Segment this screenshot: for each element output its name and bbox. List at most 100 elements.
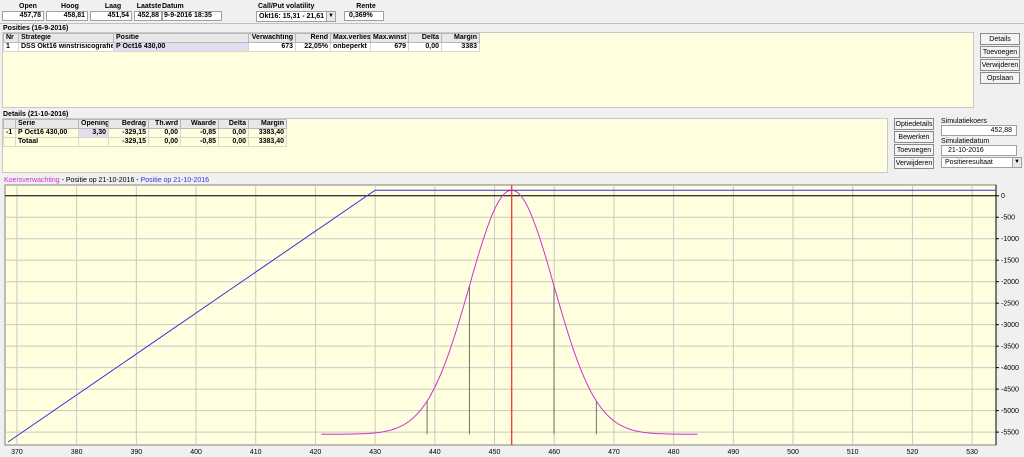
- x-tick-label: 530: [966, 449, 978, 456]
- save-button[interactable]: Opslaan: [980, 72, 1020, 84]
- cell-delta: 0,00: [218, 128, 249, 138]
- quote-bar: Open Hoog Laag Laatste Datum 457,78 458,…: [0, 0, 1024, 24]
- add-series-button[interactable]: Toevoegen: [894, 144, 934, 156]
- y-tick-label: -5000: [1001, 408, 1019, 415]
- cell-margin: 3383,40: [248, 128, 287, 138]
- details-title: Details (21-10-2016): [3, 111, 69, 118]
- sim-datum-label: Simulatiedatum: [941, 138, 990, 145]
- table-row[interactable]: 1 DSS Okt16 winstrisicografiek P Oct16 4…: [3, 42, 480, 52]
- sim-datum-input[interactable]: 21-10-2016: [941, 145, 1017, 156]
- cell-waarde: -0,85: [180, 137, 219, 147]
- cell-qty: -1: [3, 128, 16, 138]
- cell-positie[interactable]: P Oct16 430,00: [113, 42, 249, 52]
- quote-value-hoog: 458,81: [46, 11, 88, 21]
- x-tick-label: 420: [310, 449, 322, 456]
- positions-header-row: Nr Strategie Positie Verwachting Rend Ma…: [3, 33, 480, 43]
- cell-opening: [78, 137, 109, 147]
- cell-verwachting: 673: [248, 42, 296, 52]
- col-strategie: Strategie: [18, 33, 114, 43]
- quote-header-open: Open: [19, 3, 37, 10]
- cell-bedrag: -329,15: [108, 128, 149, 138]
- add-position-button[interactable]: Toevoegen: [980, 46, 1020, 58]
- col-margin: Margin: [248, 119, 287, 129]
- col-delta: Delta: [218, 119, 249, 129]
- x-tick-label: 410: [250, 449, 262, 456]
- cell-opening[interactable]: 3,30: [78, 128, 109, 138]
- rente-label: Rente: [356, 3, 376, 10]
- x-tick-label: 520: [907, 449, 919, 456]
- y-tick-label: -3000: [1001, 322, 1019, 329]
- cell-serie: P Oct16 430,00: [15, 128, 79, 138]
- details-button[interactable]: Details: [980, 33, 1020, 45]
- cell-qty: [3, 137, 16, 147]
- cell-max-verlies: onbeperkt: [330, 42, 371, 52]
- table-row[interactable]: -1 P Oct16 430,00 3,30 -329,15 0,00 -0,8…: [3, 128, 287, 138]
- sim-koers-input[interactable]: 452,88: [941, 125, 1017, 136]
- chart-area: Koersverwachting - Positie op 21-10-2016…: [0, 175, 1024, 457]
- x-tick-label: 380: [71, 449, 83, 456]
- sim-result-select[interactable]: Positieresultaat ▼: [941, 157, 1022, 168]
- col-blank: [3, 119, 16, 129]
- cell-delta: 0,00: [408, 42, 442, 52]
- col-nr: Nr: [3, 33, 19, 43]
- cell-rend: 22,05%: [295, 42, 331, 52]
- col-serie: Serie: [15, 119, 79, 129]
- quote-header-hoog: Hoog: [61, 3, 79, 10]
- x-tick-label: 500: [787, 449, 799, 456]
- cell-bedrag: -329,15: [108, 137, 149, 147]
- x-tick-label: 450: [489, 449, 501, 456]
- col-bedrag: Bedrag: [108, 119, 149, 129]
- y-tick-label: -2500: [1001, 301, 1019, 308]
- details-header-row: Serie Opening Bedrag Th.wrd Waarde Delta…: [3, 119, 287, 129]
- quote-header-datum: Datum: [162, 3, 184, 10]
- chevron-down-icon[interactable]: ▼: [326, 12, 335, 21]
- chevron-down-icon[interactable]: ▼: [1012, 158, 1021, 167]
- positions-panel: Nr Strategie Positie Verwachting Rend Ma…: [2, 32, 974, 108]
- y-tick-label: -1000: [1001, 236, 1019, 243]
- sim-result-value: Positieresultaat: [945, 159, 993, 166]
- rente-value: 0,369%: [344, 11, 384, 21]
- option-details-button[interactable]: Optiedetails: [894, 118, 934, 130]
- x-tick-label: 440: [429, 449, 441, 456]
- cell-th-wrd: 0,00: [148, 128, 181, 138]
- y-tick-label: -3500: [1001, 344, 1019, 351]
- x-tick-label: 430: [369, 449, 381, 456]
- volatility-label: Call/Put volatility: [258, 3, 315, 10]
- volatility-select[interactable]: Okt16: 15,31 - 21,61 ▼: [256, 11, 336, 22]
- col-rend: Rend: [295, 33, 331, 43]
- remove-series-button[interactable]: Verwijderen: [894, 157, 934, 169]
- col-positie: Positie: [113, 33, 249, 43]
- cell-serie: Totaal: [15, 137, 79, 147]
- x-tick-label: 390: [130, 449, 142, 456]
- payoff-chart: 370 380 390 400 410 420 430 440 450 460 470 480 490 5…: [4, 184, 1019, 456]
- y-tick-label: 0: [1001, 193, 1005, 200]
- col-th-wrd: Th.wrd: [148, 119, 181, 129]
- x-tick-label: 470: [608, 449, 620, 456]
- col-margin: Margin: [441, 33, 480, 43]
- details-panel: Serie Opening Bedrag Th.wrd Waarde Delta…: [2, 118, 888, 173]
- cell-margin: 3383: [441, 42, 480, 52]
- y-tick-label: -2000: [1001, 279, 1019, 286]
- quote-value-open: 457,78: [2, 11, 44, 21]
- x-tick-label: 510: [847, 449, 859, 456]
- quote-header-laatste: Laatste: [136, 3, 162, 10]
- col-delta: Delta: [408, 33, 442, 43]
- cell-waarde: -0,85: [180, 128, 219, 138]
- cell-th-wrd: 0,00: [148, 137, 181, 147]
- quote-value-datum: 9-9-2016 18:35: [162, 11, 222, 21]
- remove-position-button[interactable]: Verwijderen: [980, 59, 1020, 71]
- cell-nr: 1: [3, 42, 19, 52]
- quote-value-laatste: 452,88: [134, 11, 162, 21]
- y-tick-label: -500: [1001, 215, 1015, 222]
- x-tick-label: 370: [11, 449, 23, 456]
- x-tick-label: 490: [727, 449, 739, 456]
- edit-button[interactable]: Bewerken: [894, 131, 934, 143]
- quote-header-laag: Laag: [104, 3, 122, 10]
- sim-koers-label: Simulatiekoers: [941, 118, 987, 125]
- quote-value-laag: 451,54: [90, 11, 132, 21]
- cell-strategie: DSS Okt16 winstrisicografiek: [18, 42, 114, 52]
- x-tick-label: 460: [548, 449, 560, 456]
- cell-margin: 3383,40: [248, 137, 287, 147]
- col-verwachting: Verwachting: [248, 33, 296, 43]
- col-waarde: Waarde: [180, 119, 219, 129]
